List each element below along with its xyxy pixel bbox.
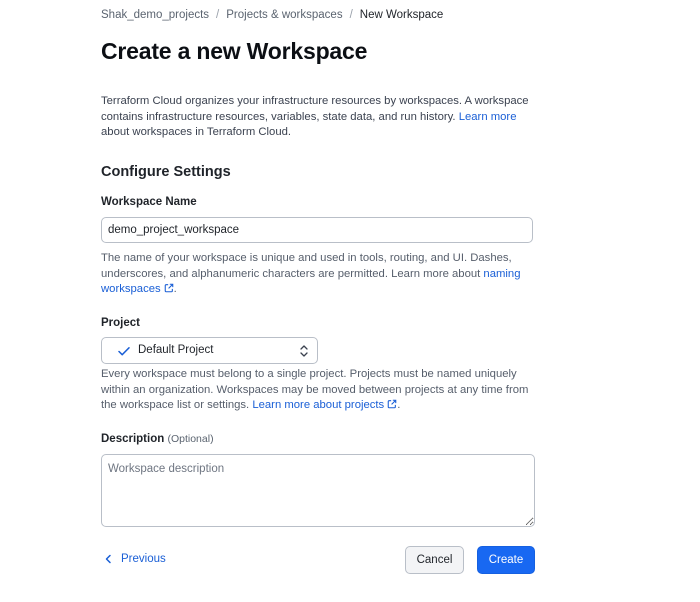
check-icon: [118, 347, 130, 356]
configure-settings-heading: Configure Settings: [101, 164, 231, 180]
workspace-name-input[interactable]: [101, 217, 533, 243]
project-help: Every workspace must belong to a single …: [101, 368, 529, 411]
breadcrumb-separator: /: [216, 9, 220, 21]
intro-suffix: about workspaces in Terraform Cloud.: [101, 126, 292, 138]
description-label-text: Description: [101, 433, 165, 445]
breadcrumb-separator: /: [349, 9, 353, 21]
learn-more-projects-link[interactable]: Learn more about projects: [252, 399, 397, 411]
workspace-name-help: The name of your workspace is unique and…: [101, 252, 521, 295]
breadcrumb: Shak_demo_projects / Projects & workspaces…: [101, 9, 443, 21]
chevron-left-icon: [105, 554, 111, 564]
description-textarea[interactable]: [101, 454, 535, 527]
cancel-button[interactable]: Cancel: [405, 546, 464, 574]
description-label: Description (Optional): [101, 433, 214, 445]
previous-label: Previous: [121, 553, 166, 565]
learn-more-link[interactable]: Learn more: [459, 111, 517, 123]
project-selected-value: Default Project: [138, 344, 214, 356]
project-select[interactable]: Default Project: [101, 337, 318, 364]
previous-button[interactable]: Previous: [104, 553, 166, 565]
breadcrumb-projects-link[interactable]: Projects & workspaces: [226, 9, 342, 21]
page-intro: Terraform Cloud organizes your infrastru…: [101, 94, 536, 141]
project-label: Project: [101, 317, 140, 329]
page-title: Create a new Workspace: [101, 38, 368, 64]
learn-more-projects-link-label: Learn more about projects: [252, 399, 385, 411]
workspace-name-help-text: The name of your workspace is unique and…: [101, 252, 512, 280]
breadcrumb-current: New Workspace: [359, 9, 444, 21]
breadcrumb-org-link[interactable]: Shak_demo_projects: [101, 9, 209, 21]
chevron-updown-icon: [300, 345, 308, 357]
create-button[interactable]: Create: [477, 546, 535, 574]
workspace-name-label: Workspace Name: [101, 196, 197, 208]
external-link-icon: [387, 399, 397, 409]
optional-hint: (Optional): [167, 433, 214, 445]
external-link-icon: [164, 283, 173, 293]
